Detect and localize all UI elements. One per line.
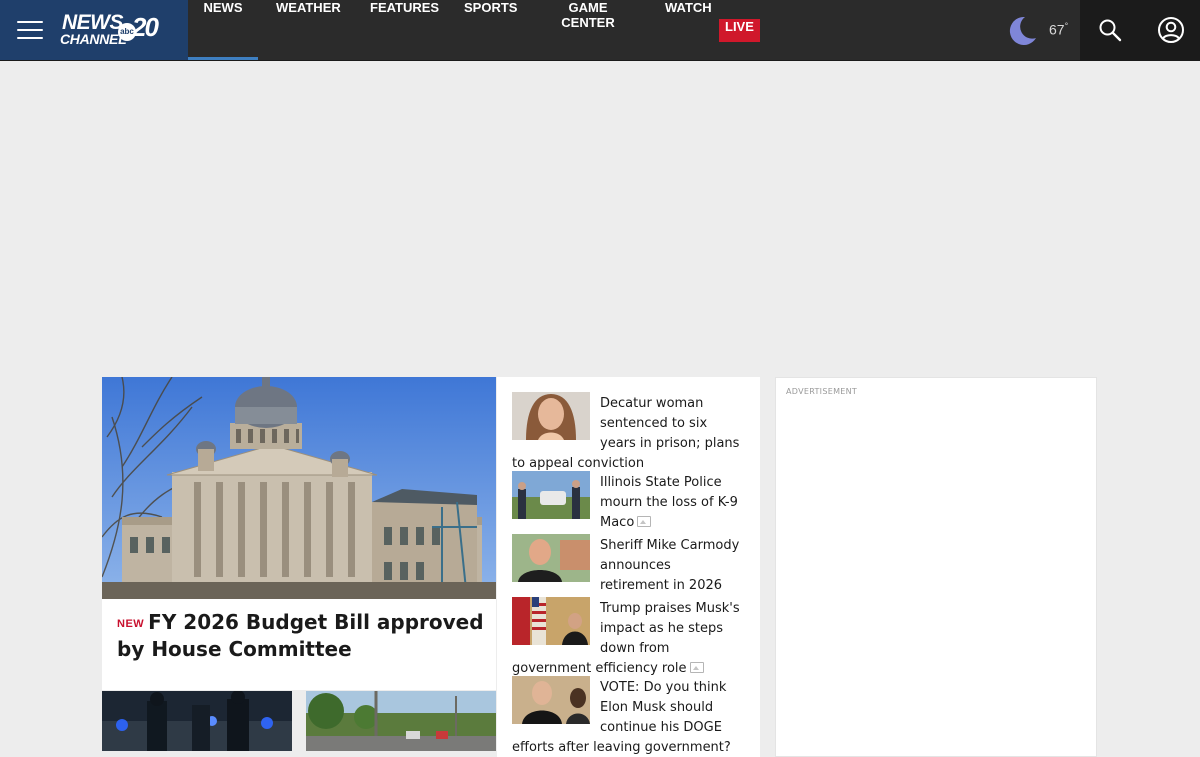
moon-icon: [1009, 16, 1036, 45]
brand-area: NEWS CHANNEL 20 abc: [0, 0, 188, 60]
road-scene-photo: [306, 691, 496, 751]
headlines-list: Decatur woman sentenced to six years in …: [497, 377, 760, 757]
secondary-story-thumb-2[interactable]: [306, 691, 496, 751]
nav-features[interactable]: FEATURES: [370, 0, 439, 60]
oval-office-photo: [512, 597, 590, 645]
story-thumbnail: [512, 597, 590, 645]
hamburger-menu-icon[interactable]: [17, 19, 43, 41]
advertisement-label: ADVERTISEMENT: [786, 387, 858, 396]
story-headline: Sheriff Mike Carmody announces retiremen…: [600, 538, 740, 593]
nav-watch[interactable]: WATCH: [665, 0, 712, 60]
account-icon[interactable]: [1157, 16, 1185, 44]
list-item[interactable]: Decatur woman sentenced to six years in …: [512, 392, 742, 472]
story-headline: Illinois State Police mourn the loss of …: [600, 475, 738, 530]
list-item[interactable]: Trump praises Musk's impact as he steps …: [512, 597, 742, 677]
search-icon[interactable]: [1098, 18, 1122, 42]
logo-abc-network: abc: [118, 23, 136, 41]
hero-headline[interactable]: NEW FY 2026 Budget Bill approved by House…: [117, 609, 487, 663]
hero-image[interactable]: [102, 377, 496, 599]
story-thumbnail: [512, 471, 590, 519]
weather-widget[interactable]: 67°: [1005, 12, 1079, 48]
new-tag: NEW: [117, 618, 145, 630]
temperature-value: 67: [1049, 21, 1065, 38]
logo-channel-badge: 20 abc: [118, 12, 159, 42]
list-item[interactable]: Sheriff Mike Carmody announces retiremen…: [512, 534, 742, 594]
header-tools: [1080, 0, 1200, 60]
story-thumbnail: [512, 534, 590, 582]
site-logo[interactable]: NEWS CHANNEL 20 abc: [58, 10, 162, 50]
woman-portrait-photo: [512, 392, 590, 440]
list-item[interactable]: VOTE: Do you think Elon Musk should cont…: [512, 676, 742, 756]
photo-gallery-icon: [637, 516, 652, 527]
logo-channel-text: CHANNEL: [60, 31, 127, 47]
advertisement-panel: ADVERTISEMENT: [775, 377, 1097, 757]
secondary-story-thumb-1[interactable]: [102, 691, 292, 751]
nav-game-center[interactable]: GAME CENTER: [546, 0, 630, 60]
live-badge[interactable]: LIVE: [719, 19, 760, 42]
logo-channel-number: 20: [132, 12, 159, 42]
sheriff-portrait-photo: [512, 534, 590, 582]
illinois-capitol-photo: [102, 377, 496, 599]
nav-news[interactable]: NEWS: [188, 0, 258, 60]
temperature-readout: 67°: [1049, 21, 1068, 38]
nav-weather[interactable]: WEATHER: [276, 0, 341, 60]
police-lights-photo: [102, 691, 292, 751]
photo-gallery-icon: [689, 662, 704, 673]
story-thumbnail: [512, 392, 590, 440]
hero-headline-text: FY 2026 Budget Bill approved by House Co…: [117, 610, 484, 661]
story-thumbnail: [512, 676, 590, 724]
site-header: NEWS CHANNEL 20 abc NEWS WEATHER FEATURE…: [0, 0, 1200, 61]
police-officers-photo: [512, 471, 590, 519]
elon-musk-photo: [512, 676, 590, 724]
degree-symbol: °: [1064, 21, 1069, 31]
list-item[interactable]: Illinois State Police mourn the loss of …: [512, 471, 742, 531]
hero-story: NEW FY 2026 Budget Bill approved by House…: [102, 377, 496, 690]
nav-sports[interactable]: SPORTS: [464, 0, 517, 60]
